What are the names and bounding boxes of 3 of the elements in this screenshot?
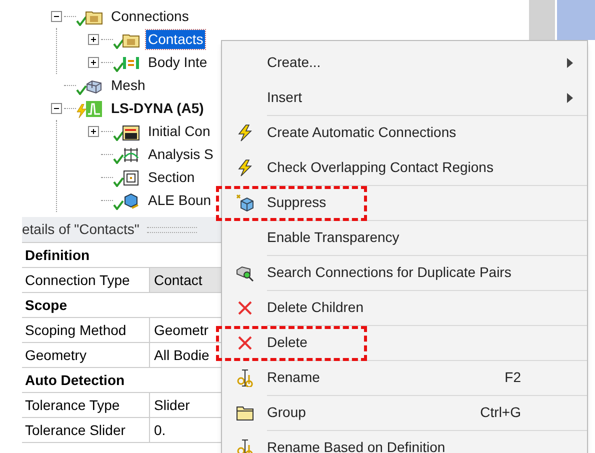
shortcut-text: F2 (504, 368, 521, 387)
shortcut-text: Ctrl+G (480, 403, 521, 422)
panel-title: etails of "Contacts" (22, 220, 140, 239)
